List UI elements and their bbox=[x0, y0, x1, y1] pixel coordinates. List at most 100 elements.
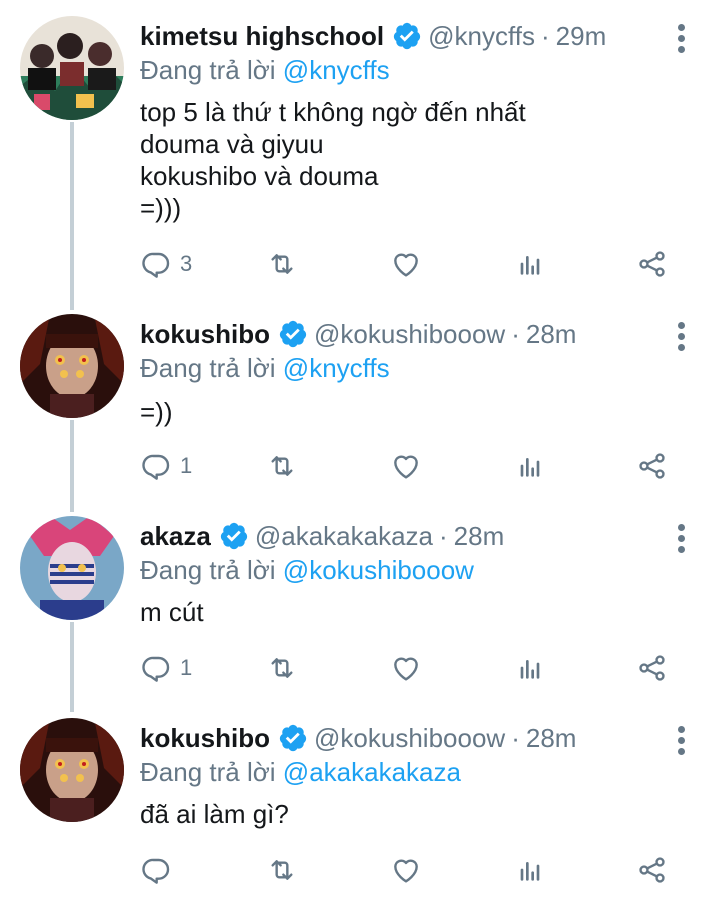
share-button[interactable] bbox=[636, 244, 668, 284]
tweet-text: =)) bbox=[140, 396, 173, 428]
like-button[interactable] bbox=[390, 244, 422, 284]
heart-icon bbox=[390, 248, 422, 280]
avatar[interactable] bbox=[20, 314, 124, 418]
tweet-header: kimetsu highschool @knycffs · 29m bbox=[140, 20, 660, 52]
tweet[interactable]: kokushibo @kokushibooow · 28m Đang trả l… bbox=[0, 300, 720, 502]
separator-dot: · bbox=[511, 319, 520, 349]
tweet-text: m cút bbox=[140, 596, 204, 628]
analytics-button[interactable] bbox=[514, 446, 546, 486]
like-button[interactable] bbox=[390, 648, 422, 688]
replying-to: Đang trả lời @knycffs bbox=[140, 54, 390, 86]
reply-count: 3 bbox=[180, 251, 193, 276]
analytics-icon bbox=[514, 854, 546, 886]
reply-button[interactable]: 1 bbox=[140, 446, 192, 486]
heart-icon bbox=[390, 652, 422, 684]
author-name[interactable]: kokushibo bbox=[140, 722, 270, 754]
more-vertical-icon[interactable] bbox=[678, 322, 686, 355]
analytics-button[interactable] bbox=[514, 850, 546, 890]
author-name[interactable]: kokushibo bbox=[140, 318, 270, 350]
separator-dot: · bbox=[439, 521, 448, 551]
avatar[interactable] bbox=[20, 718, 124, 822]
verified-badge-icon bbox=[219, 521, 249, 551]
share-icon bbox=[636, 248, 668, 280]
reply-button[interactable]: 3 bbox=[140, 244, 192, 284]
heart-icon bbox=[390, 854, 422, 886]
reply-count: 1 bbox=[180, 655, 193, 680]
author-name[interactable]: kimetsu highschool bbox=[140, 20, 384, 52]
reply-icon bbox=[140, 854, 172, 886]
reply-button[interactable] bbox=[140, 850, 172, 890]
tweet-text: top 5 là thứ t không ngờ đến nhất douma … bbox=[140, 96, 526, 224]
heart-icon bbox=[390, 450, 422, 482]
replying-to: Đang trả lời @kokushibooow bbox=[140, 554, 474, 586]
reply-button[interactable]: 1 bbox=[140, 648, 192, 688]
mention-link[interactable]: @akakakakaza bbox=[283, 757, 461, 787]
retweet-icon bbox=[266, 854, 298, 886]
share-button[interactable] bbox=[636, 648, 668, 688]
action-bar: 1 bbox=[140, 446, 680, 486]
mention-link[interactable]: @kokushibooow bbox=[283, 555, 474, 585]
author-handle[interactable]: @kokushibooow bbox=[314, 318, 505, 350]
retweet-icon bbox=[266, 450, 298, 482]
more-vertical-icon[interactable] bbox=[678, 524, 686, 557]
reply-icon bbox=[140, 450, 172, 482]
mention-link[interactable]: @knycffs bbox=[283, 55, 390, 85]
timestamp[interactable]: 28m bbox=[526, 318, 577, 350]
like-button[interactable] bbox=[390, 850, 422, 890]
share-icon bbox=[636, 652, 668, 684]
share-button[interactable] bbox=[636, 850, 668, 890]
share-icon bbox=[636, 450, 668, 482]
timestamp[interactable]: 28m bbox=[526, 722, 577, 754]
tweet[interactable]: kokushibo @kokushibooow · 28m Đang trả l… bbox=[0, 704, 720, 907]
timestamp[interactable]: 28m bbox=[454, 520, 505, 552]
avatar[interactable] bbox=[20, 516, 124, 620]
timestamp[interactable]: 29m bbox=[556, 20, 607, 52]
tweet-text-line: m cút bbox=[140, 597, 204, 627]
replying-to: Đang trả lời @akakakakaza bbox=[140, 756, 461, 788]
retweet-icon bbox=[266, 248, 298, 280]
analytics-icon bbox=[514, 450, 546, 482]
author-handle[interactable]: @knycffs bbox=[428, 20, 535, 52]
tweet-text-line: kokushibo và douma bbox=[140, 161, 379, 191]
verified-badge-icon bbox=[278, 723, 308, 753]
avatar[interactable] bbox=[20, 16, 124, 120]
like-button[interactable] bbox=[390, 446, 422, 486]
analytics-icon bbox=[514, 652, 546, 684]
reply-icon bbox=[140, 248, 172, 280]
analytics-button[interactable] bbox=[514, 244, 546, 284]
tweet[interactable]: akaza @akakakakaza · 28m Đang trả lời @k… bbox=[0, 502, 720, 704]
tweet-text-line: đã ai làm gì? bbox=[140, 799, 289, 829]
more-vertical-icon[interactable] bbox=[678, 24, 686, 57]
replying-prefix: Đang trả lời bbox=[140, 757, 276, 787]
replying-to: Đang trả lời @knycffs bbox=[140, 352, 390, 384]
action-bar bbox=[140, 850, 680, 890]
replying-prefix: Đang trả lời bbox=[140, 555, 276, 585]
retweet-button[interactable] bbox=[266, 850, 298, 890]
analytics-button[interactable] bbox=[514, 648, 546, 688]
more-vertical-icon[interactable] bbox=[678, 726, 686, 759]
mention-link[interactable]: @knycffs bbox=[283, 353, 390, 383]
tweet-text-line: =))) bbox=[140, 193, 182, 223]
replying-prefix: Đang trả lời bbox=[140, 55, 276, 85]
retweet-button[interactable] bbox=[266, 446, 298, 486]
verified-badge-icon bbox=[278, 319, 308, 349]
author-handle[interactable]: @kokushibooow bbox=[314, 722, 505, 754]
verified-badge-icon bbox=[392, 21, 422, 51]
tweet-header: kokushibo @kokushibooow · 28m bbox=[140, 318, 660, 350]
tweet-text-line: top 5 là thứ t không ngờ đến nhất bbox=[140, 97, 526, 127]
retweet-button[interactable] bbox=[266, 244, 298, 284]
tweet-header: akaza @akakakakaza · 28m bbox=[140, 520, 660, 552]
share-icon bbox=[636, 854, 668, 886]
share-button[interactable] bbox=[636, 446, 668, 486]
tweet[interactable]: kimetsu highschool @knycffs · 29m Đang t… bbox=[0, 0, 720, 300]
author-handle[interactable]: @akakakakaza bbox=[255, 520, 433, 552]
tweet-header: kokushibo @kokushibooow · 28m bbox=[140, 722, 660, 754]
replying-prefix: Đang trả lời bbox=[140, 353, 276, 383]
author-name[interactable]: akaza bbox=[140, 520, 211, 552]
retweet-button[interactable] bbox=[266, 648, 298, 688]
retweet-icon bbox=[266, 652, 298, 684]
tweet-text-line: =)) bbox=[140, 397, 173, 427]
action-bar: 3 bbox=[140, 244, 680, 284]
tweet-text-line: douma và giyuu bbox=[140, 129, 324, 159]
tweet-text: đã ai làm gì? bbox=[140, 798, 289, 830]
